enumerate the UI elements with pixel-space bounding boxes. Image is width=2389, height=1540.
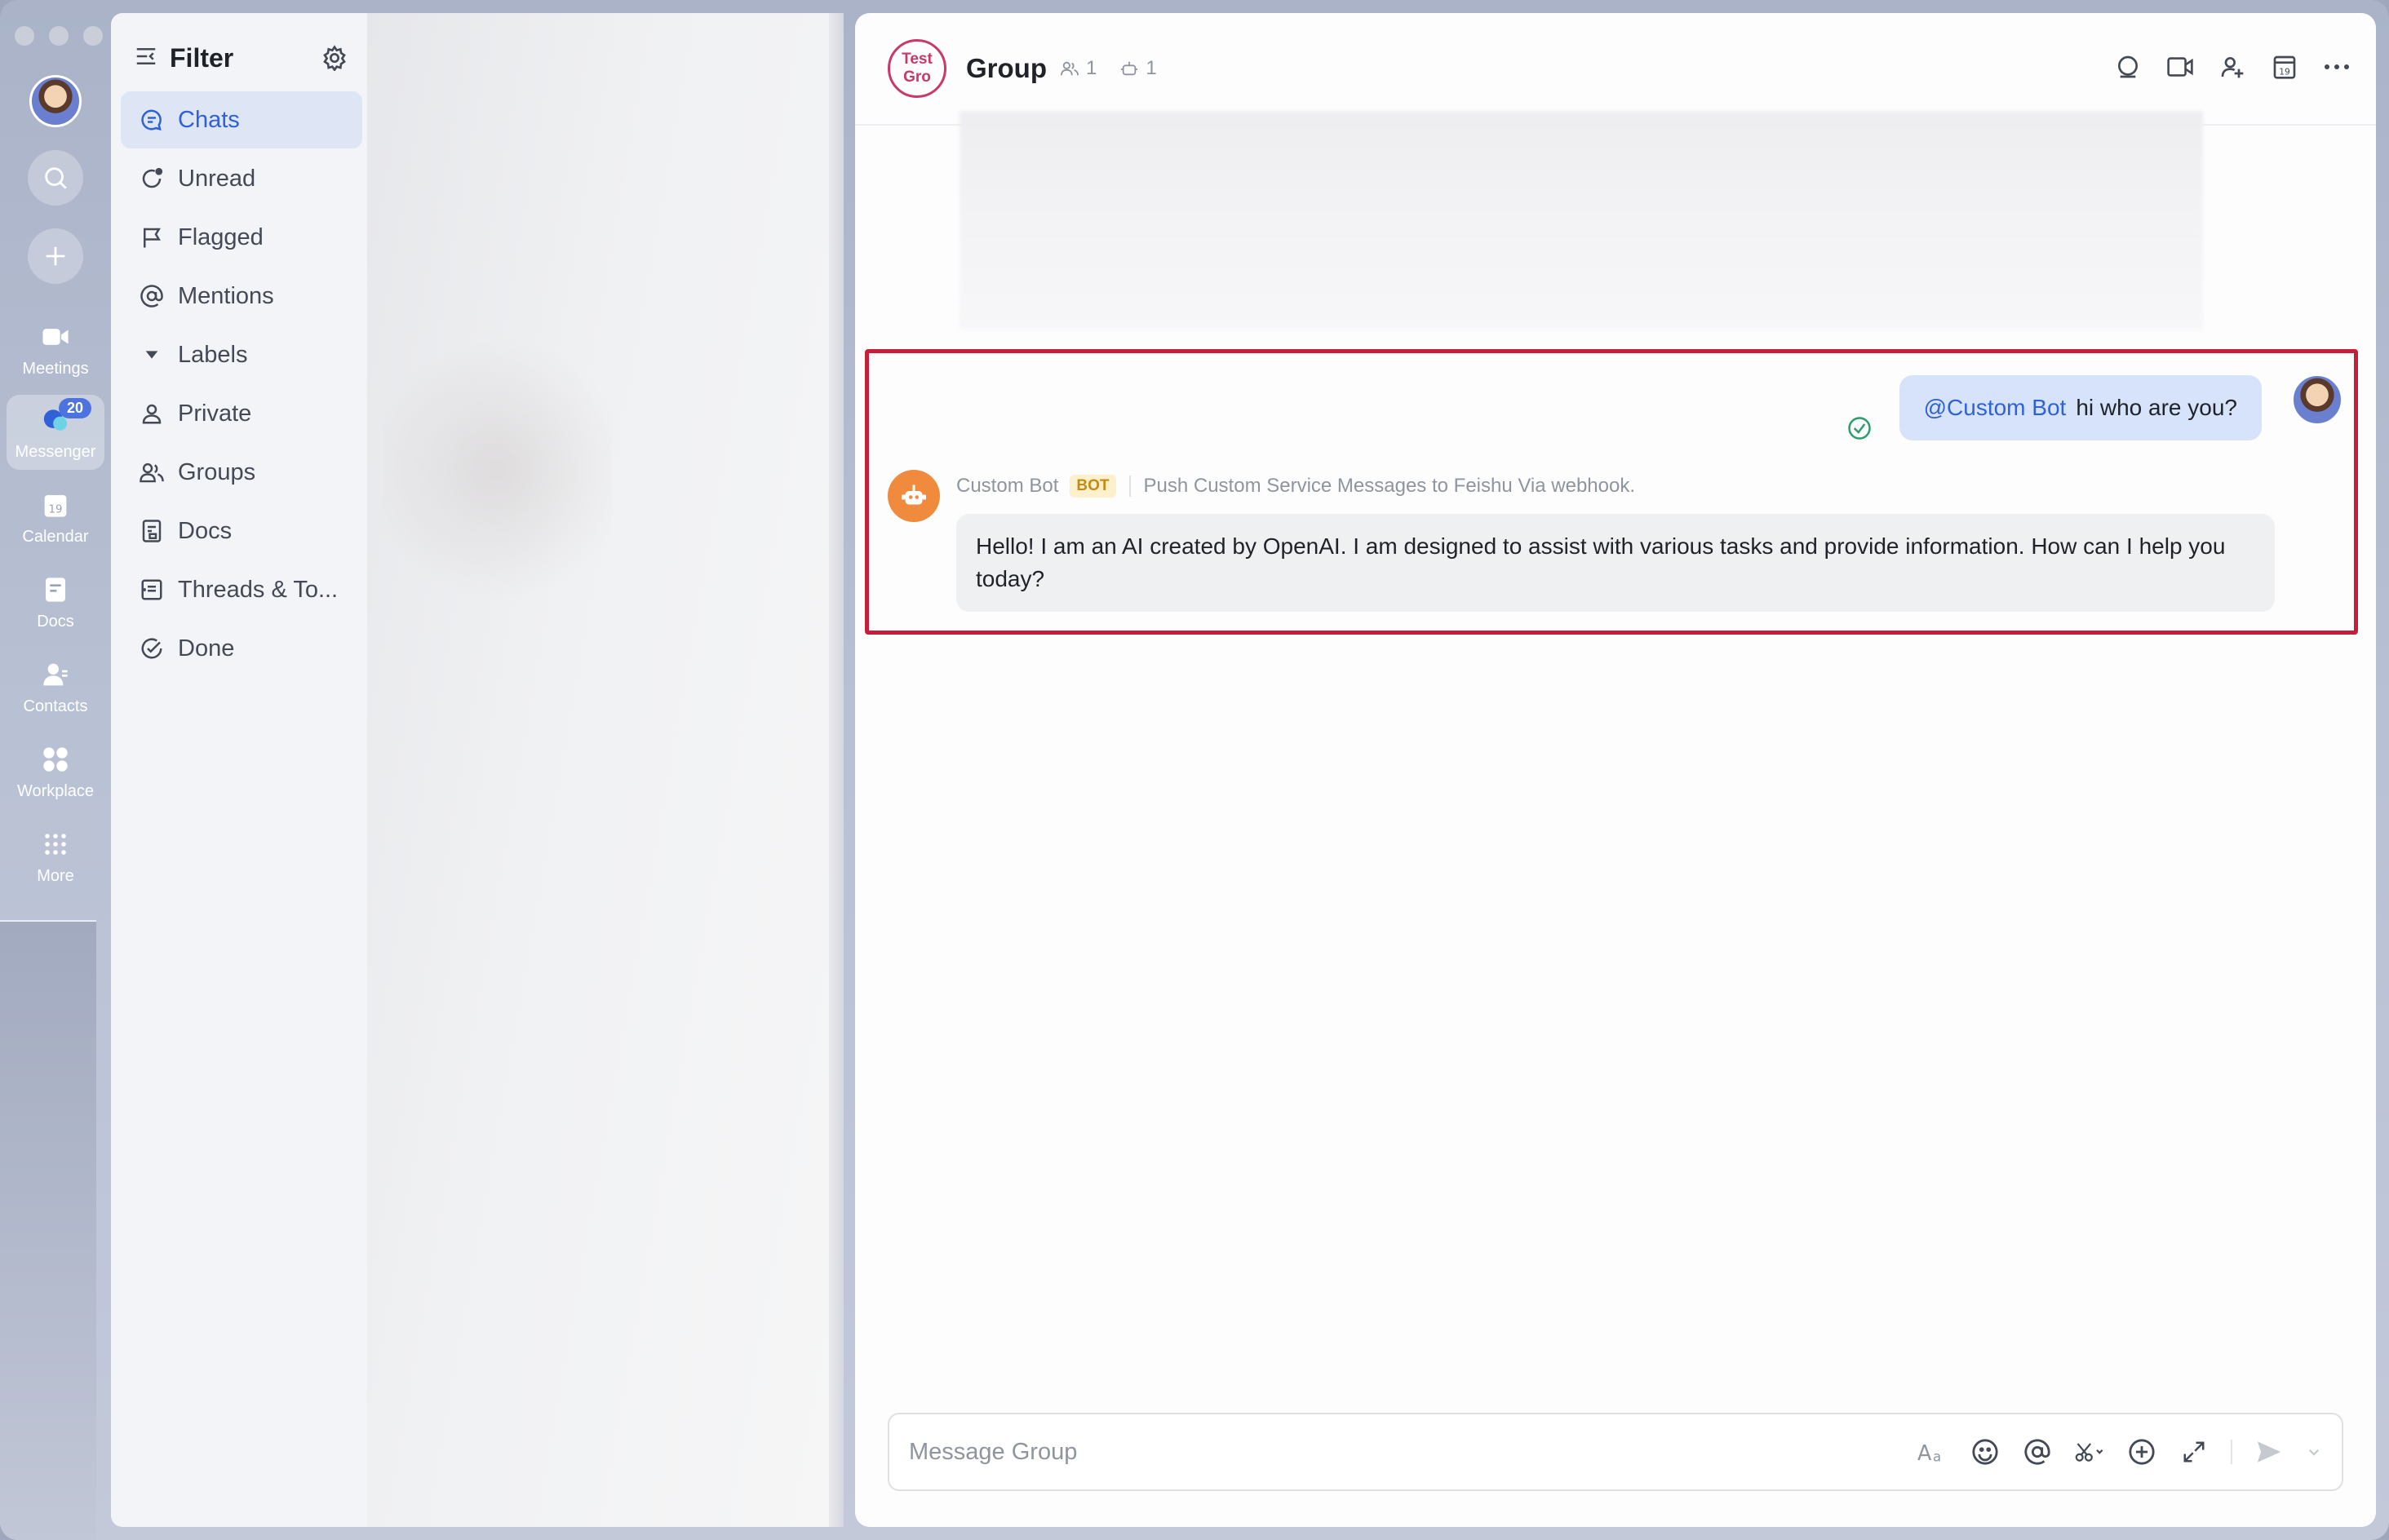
filter-title: Filter <box>170 42 234 73</box>
filter-item-private[interactable]: Private <box>121 385 362 442</box>
unread-badge: 20 <box>58 398 91 418</box>
send-icon[interactable] <box>2254 1436 2285 1467</box>
header-actions: 19 <box>2113 52 2351 82</box>
emoji-icon[interactable] <box>1970 1436 2001 1467</box>
svg-text:19: 19 <box>2279 66 2290 77</box>
filter-item-unread[interactable]: Unread <box>121 150 362 207</box>
filter-item-chats[interactable]: Chats <box>121 91 362 148</box>
filter-item-threads[interactable]: Threads & To... <box>121 561 362 618</box>
profile-avatar[interactable] <box>29 75 82 127</box>
docs-icon <box>39 573 72 606</box>
grid-icon <box>39 743 72 776</box>
bot-count[interactable]: 1 <box>1119 57 1157 80</box>
create-button[interactable] <box>28 228 83 284</box>
video-icon <box>39 321 72 353</box>
message-composer: Aa <box>888 1413 2343 1491</box>
filter-list: Chats Unread Flagged Mentions Labels Pri… <box>121 91 362 679</box>
group-avatar[interactable]: Test Gro <box>888 39 946 98</box>
calendar-icon: 19 <box>39 489 72 521</box>
bot-description: Push Custom Service Messages to Feishu V… <box>1143 475 1636 497</box>
svg-text:19: 19 <box>49 503 63 516</box>
add-member-icon[interactable] <box>2218 52 2247 82</box>
bot-sender-name[interactable]: Custom Bot <box>956 475 1058 498</box>
bot-meta: Custom Bot BOT Push Custom Service Messa… <box>956 475 1635 498</box>
member-count[interactable]: 1 <box>1060 57 1097 80</box>
filter-panel: Filter Chats Unread Flagged Mentions Lab… <box>111 13 367 1527</box>
filter-item-docs[interactable]: Docs <box>121 502 362 560</box>
contacts-icon <box>39 658 72 691</box>
rail-item-contacts[interactable]: Contacts <box>7 649 104 724</box>
mention-icon[interactable] <box>2022 1436 2053 1467</box>
dots-grid-icon <box>39 828 72 861</box>
mention-link[interactable]: @Custom Bot <box>1924 395 2067 421</box>
bot-message-bubble[interactable]: Hello! I am an AI created by OpenAI. I a… <box>956 514 2275 612</box>
filter-item-labels[interactable]: Labels <box>121 326 362 383</box>
rail-item-meetings[interactable]: Meetings <box>7 312 104 387</box>
unread-icon <box>137 164 166 193</box>
add-attachment-icon[interactable] <box>2126 1436 2157 1467</box>
search-button[interactable] <box>28 150 83 206</box>
bot-tag: BOT <box>1070 475 1116 498</box>
filter-header: Filter <box>134 38 351 78</box>
chevron-down-icon[interactable] <box>2306 1436 2322 1467</box>
rail-item-calendar[interactable]: 19 Calendar <box>7 480 104 555</box>
members-icon <box>1060 58 1081 79</box>
check-circle-icon <box>137 634 166 663</box>
calendar-icon[interactable]: 19 <box>2270 52 2299 82</box>
filter-item-done[interactable]: Done <box>121 620 362 677</box>
separator <box>2231 1440 2232 1464</box>
collapse-sidebar-icon[interactable] <box>134 44 158 73</box>
rail-divider-area <box>0 920 96 1540</box>
doc-icon <box>137 516 166 546</box>
rail-item-workplace[interactable]: Workplace <box>7 734 104 809</box>
chat-header: Test Gro Group 1 1 19 <box>855 13 2376 126</box>
chat-window: Test Gro Group 1 1 19 @Custom Bot hi who… <box>855 13 2376 1527</box>
message-input[interactable] <box>909 1438 1888 1466</box>
robot-icon <box>1119 58 1141 79</box>
filter-item-mentions[interactable]: Mentions <box>121 268 362 325</box>
chat-list-blurred <box>367 13 844 1527</box>
chat-icon <box>137 105 166 135</box>
bot-avatar[interactable] <box>888 470 940 522</box>
rail-item-messenger[interactable]: 20 Messenger <box>7 395 104 470</box>
separator <box>1128 476 1131 497</box>
plus-icon <box>46 246 65 266</box>
left-rail: Meetings 20 Messenger 19 Calendar Docs C… <box>0 0 111 1540</box>
threads-icon <box>137 575 166 604</box>
my-message-text: hi who are you? <box>2076 395 2237 420</box>
svg-text:a: a <box>1933 1449 1941 1464</box>
my-avatar[interactable] <box>2291 374 2343 426</box>
robot-icon <box>902 485 926 505</box>
composer-toolbar: Aa <box>1917 1436 2342 1467</box>
search-icon <box>45 167 67 189</box>
expand-icon[interactable] <box>2178 1436 2209 1467</box>
scissors-icon[interactable] <box>2074 1436 2105 1467</box>
chat-search-icon[interactable] <box>2113 52 2143 82</box>
chat-title[interactable]: Group <box>966 53 1047 84</box>
read-receipt-icon <box>1847 416 1872 440</box>
svg-text:A: A <box>1917 1440 1932 1465</box>
gear-icon[interactable] <box>318 42 351 74</box>
group-icon <box>137 458 166 487</box>
video-call-icon[interactable] <box>2165 52 2195 82</box>
more-options-icon[interactable] <box>2322 52 2351 82</box>
flag-icon <box>137 223 166 252</box>
rail-item-docs[interactable]: Docs <box>7 564 104 639</box>
person-icon <box>137 399 166 428</box>
app-window: Meetings 20 Messenger 19 Calendar Docs C… <box>0 0 2389 1540</box>
filter-item-groups[interactable]: Groups <box>121 444 362 501</box>
filter-item-flagged[interactable]: Flagged <box>121 209 362 266</box>
my-message-bubble[interactable]: @Custom Bot hi who are you? <box>1899 375 2262 440</box>
rail-item-more[interactable]: More <box>7 819 104 894</box>
caret-down-icon <box>137 340 166 370</box>
at-icon <box>137 281 166 311</box>
blurred-message <box>960 111 2203 330</box>
text-format-icon[interactable]: Aa <box>1917 1436 1948 1467</box>
